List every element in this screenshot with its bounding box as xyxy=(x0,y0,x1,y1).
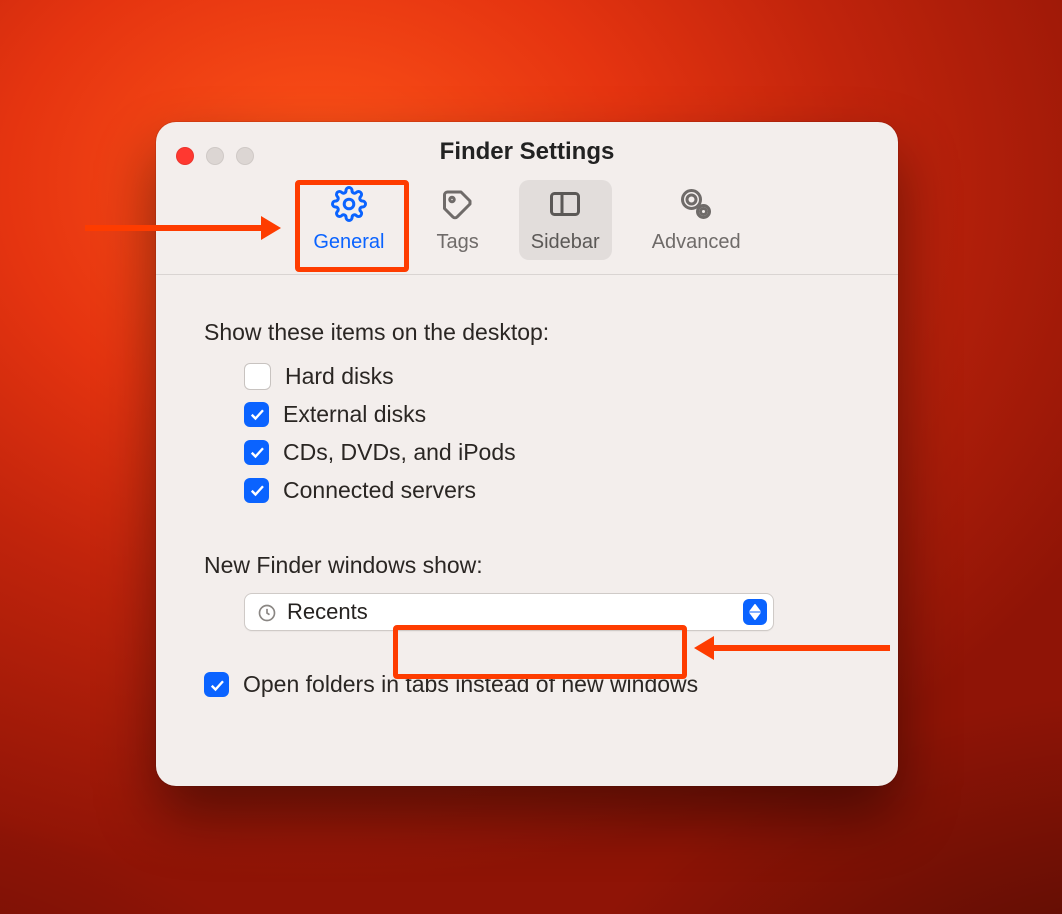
gear-icon xyxy=(331,186,367,227)
checkbox-connected-servers[interactable] xyxy=(244,478,269,503)
desktop-items-label: Show these items on the desktop: xyxy=(204,319,850,346)
row-external-disks: External disks xyxy=(244,398,850,430)
tab-sidebar-label: Sidebar xyxy=(531,231,600,254)
titlebar: Finder Settings xyxy=(156,122,898,162)
tab-general[interactable]: General xyxy=(301,180,396,260)
checkbox-hard-disks[interactable] xyxy=(244,363,271,390)
checkbox-cds[interactable] xyxy=(244,440,269,465)
clock-icon xyxy=(257,602,277,622)
tab-sidebar[interactable]: Sidebar xyxy=(519,180,612,260)
row-cds: CDs, DVDs, and iPods xyxy=(244,436,850,468)
row-hard-disks: Hard disks xyxy=(244,360,850,392)
checkbox-external-disks[interactable] xyxy=(244,402,269,427)
tab-tags-label: Tags xyxy=(437,231,479,254)
minimize-window-button[interactable] xyxy=(206,147,224,165)
tab-general-label: General xyxy=(313,231,384,254)
select-stepper-icon xyxy=(743,599,767,625)
checkbox-open-in-tabs[interactable] xyxy=(204,672,229,697)
row-open-in-tabs: Open folders in tabs instead of new wind… xyxy=(204,671,850,698)
label-external-disks: External disks xyxy=(283,398,426,430)
tab-advanced-label: Advanced xyxy=(652,231,741,254)
label-connected-servers: Connected servers xyxy=(283,474,476,506)
settings-toolbar: General Tags Sidebar xyxy=(156,180,898,274)
tag-icon xyxy=(440,186,476,227)
settings-content: Show these items on the desktop: Hard di… xyxy=(156,275,898,728)
close-window-button[interactable] xyxy=(176,147,194,165)
tab-advanced[interactable]: Advanced xyxy=(640,180,753,260)
window-title: Finder Settings xyxy=(156,138,898,166)
desktop-background: Finder Settings General xyxy=(0,0,1062,914)
new-windows-selected: Recents xyxy=(287,599,743,625)
new-windows-label: New Finder windows show: xyxy=(204,552,850,579)
new-windows-select[interactable]: Recents xyxy=(244,593,774,631)
zoom-window-button[interactable] xyxy=(236,147,254,165)
row-connected-servers: Connected servers xyxy=(244,474,850,506)
gears-icon xyxy=(678,186,714,227)
window-controls xyxy=(176,147,254,165)
tab-tags[interactable]: Tags xyxy=(425,180,491,260)
sidebar-icon xyxy=(547,186,583,227)
label-cds: CDs, DVDs, and iPods xyxy=(283,436,516,468)
label-open-in-tabs: Open folders in tabs instead of new wind… xyxy=(243,671,698,698)
finder-settings-window: Finder Settings General xyxy=(156,122,898,786)
label-hard-disks: Hard disks xyxy=(285,360,394,392)
